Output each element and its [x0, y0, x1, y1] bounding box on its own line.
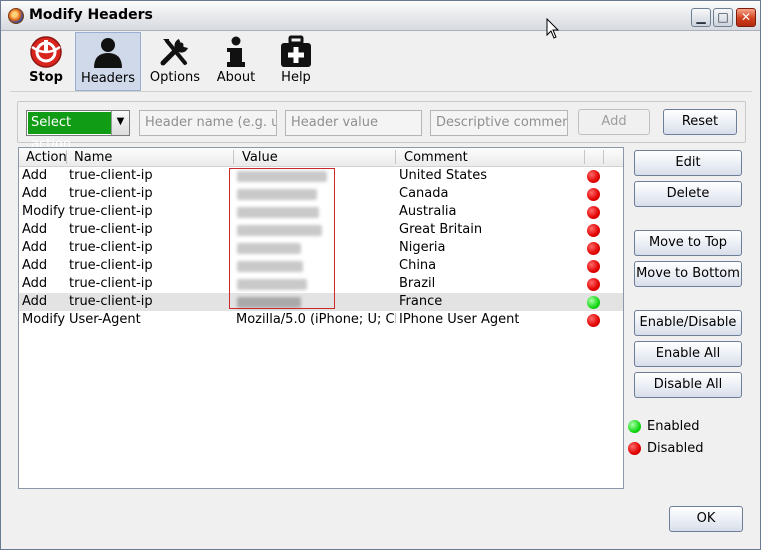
- row-action: Add: [22, 186, 48, 201]
- user-icon: [94, 38, 122, 68]
- row-comment: Australia: [399, 204, 457, 219]
- disabled-status-icon[interactable]: [587, 206, 600, 219]
- row-name: true-client-ip: [69, 186, 153, 201]
- row-comment: France: [399, 294, 443, 309]
- tab-options[interactable]: Options: [143, 32, 207, 91]
- minimize-icon: ▁: [696, 10, 706, 24]
- column-comment[interactable]: Comment: [404, 150, 468, 165]
- close-icon: ✕: [740, 10, 752, 24]
- tools-icon: [160, 39, 188, 66]
- disabled-status-icon[interactable]: [587, 170, 600, 183]
- highlight-box: [229, 168, 335, 309]
- column-name[interactable]: Name: [74, 150, 112, 165]
- row-action: Add: [22, 276, 48, 291]
- row-action: Add: [22, 222, 48, 237]
- firefox-icon: [8, 8, 24, 24]
- disabled-status-icon[interactable]: [587, 224, 600, 237]
- disabled-status-icon[interactable]: [587, 242, 600, 255]
- header-name-input[interactable]: Header name (e.g. user-agent): [139, 110, 277, 136]
- close-button[interactable]: ✕: [736, 8, 756, 27]
- first-aid-icon: [281, 35, 311, 67]
- maximize-button[interactable]: □: [713, 8, 733, 27]
- move-to-top-button[interactable]: Move to Top: [634, 230, 742, 256]
- help-label: Help: [281, 70, 311, 85]
- legend-disabled: Disabled: [628, 441, 738, 459]
- row-comment: IPhone User Agent: [399, 312, 520, 327]
- edit-button[interactable]: Edit: [634, 150, 742, 176]
- column-value[interactable]: Value: [242, 150, 278, 165]
- select-action-dropdown[interactable]: Select action ▼: [26, 110, 130, 152]
- legend-disabled-label: Disabled: [647, 441, 704, 456]
- info-icon: [227, 36, 245, 67]
- row-comment: China: [399, 258, 437, 273]
- row-action: Modify: [22, 312, 66, 327]
- stop-icon: [30, 36, 62, 68]
- row-name: User-Agent: [69, 312, 141, 327]
- options-label: Options: [149, 70, 201, 85]
- row-action: Add: [22, 294, 48, 309]
- modify-headers-window: Modify Headers ▁ □ ✕ Stop Headers Option…: [0, 0, 761, 550]
- delete-button[interactable]: Delete: [634, 181, 742, 207]
- enable-all-button[interactable]: Enable All: [634, 341, 742, 367]
- column-action[interactable]: Action: [26, 150, 67, 165]
- tab-headers[interactable]: Headers: [75, 32, 141, 91]
- disabled-status-icon[interactable]: [587, 260, 600, 273]
- maximize-icon: □: [717, 10, 729, 24]
- disabled-status-icon[interactable]: [587, 278, 600, 291]
- row-name: true-client-ip: [69, 258, 153, 273]
- disabled-status-icon[interactable]: [587, 188, 600, 201]
- row-name: true-client-ip: [69, 222, 153, 237]
- minimize-button[interactable]: ▁: [691, 8, 711, 27]
- legend-enabled: Enabled: [628, 419, 738, 437]
- row-name: true-client-ip: [69, 168, 153, 183]
- enabled-dot-icon: [628, 420, 641, 433]
- stop-label: Stop: [29, 70, 63, 85]
- chevron-down-icon[interactable]: ▼: [111, 111, 129, 135]
- headers-label: Headers: [80, 71, 136, 86]
- row-name: true-client-ip: [69, 276, 153, 291]
- row-comment: Nigeria: [399, 240, 446, 255]
- list-header: Action Name Value Comment: [19, 148, 623, 167]
- disabled-dot-icon: [628, 442, 641, 455]
- tab-help[interactable]: Help: [268, 32, 324, 91]
- about-label: About: [216, 70, 256, 85]
- headers-list[interactable]: Action Name Value Comment Add true-clien…: [18, 147, 624, 489]
- header-value-input[interactable]: Header value: [285, 110, 422, 136]
- row-name: true-client-ip: [69, 240, 153, 255]
- title-bar[interactable]: Modify Headers ▁ □ ✕: [1, 1, 760, 39]
- stop-button[interactable]: Stop: [18, 32, 74, 91]
- window-title: Modify Headers: [29, 7, 153, 23]
- row-action: Add: [22, 168, 48, 183]
- row-action: Modify: [22, 204, 66, 219]
- row-comment: United States: [399, 168, 488, 183]
- table-row[interactable]: Modify User-Agent Mozilla/5.0 (iPhone; U…: [19, 311, 623, 329]
- toolbar: Stop Headers Options About Help: [10, 32, 752, 92]
- select-action-value: Select action: [28, 112, 112, 152]
- row-action: Add: [22, 240, 48, 255]
- row-action: Add: [22, 258, 48, 273]
- row-value: Mozilla/5.0 (iPhone; U; CP...: [236, 312, 396, 327]
- add-button[interactable]: Add: [578, 109, 650, 135]
- reset-button[interactable]: Reset: [663, 109, 737, 135]
- tab-about[interactable]: About: [208, 32, 264, 91]
- disabled-status-icon[interactable]: [587, 314, 600, 327]
- enable-disable-button[interactable]: Enable/Disable: [634, 310, 742, 336]
- enabled-status-icon[interactable]: [587, 296, 600, 309]
- row-name: true-client-ip: [69, 204, 153, 219]
- row-comment: Great Britain: [399, 222, 483, 237]
- row-name: true-client-ip: [69, 294, 153, 309]
- row-comment: Canada: [399, 186, 449, 201]
- header-entry-bar: Select action ▼ Header name (e.g. user-a…: [17, 101, 746, 152]
- move-to-bottom-button[interactable]: Move to Bottom: [634, 261, 742, 287]
- disable-all-button[interactable]: Disable All: [634, 372, 742, 398]
- legend-enabled-label: Enabled: [647, 419, 700, 434]
- row-comment: Brazil: [399, 276, 436, 291]
- comment-input[interactable]: Descriptive comment: [430, 110, 568, 136]
- ok-button[interactable]: OK: [669, 506, 743, 532]
